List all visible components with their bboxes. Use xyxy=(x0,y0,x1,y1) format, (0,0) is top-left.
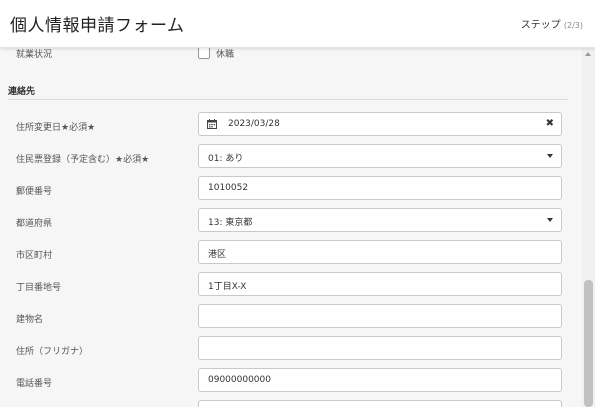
postal-code-value: 1010052 xyxy=(208,183,249,193)
prefecture-value: 13: 東京都 xyxy=(208,218,253,228)
address-change-date-value: 2023/03/28 xyxy=(228,119,280,129)
city-value: 港区 xyxy=(208,250,227,260)
step-label: ステップ xyxy=(520,20,561,31)
building-name-label: 建物名 xyxy=(16,315,44,325)
employment-status-label: 就業状況 xyxy=(16,50,53,60)
address-furigana-label: 住所（フリガナ） xyxy=(16,347,89,357)
step-progress: (2/3) xyxy=(563,21,583,30)
resident-registration-value: 01: あり xyxy=(208,154,244,164)
address-change-date-field[interactable]: 2023/03/28 ✖ xyxy=(198,112,562,136)
city-input[interactable]: 港区 xyxy=(198,240,562,264)
phone-number-label: 電話番号 xyxy=(16,379,53,389)
step-indicator: ステップ (2/3) xyxy=(521,16,583,31)
street-address-value: 1丁目X-X xyxy=(208,282,247,292)
resident-registration-label: 住民票登録（予定含む）★必須★ xyxy=(16,155,150,165)
scroll-up-arrow-icon[interactable] xyxy=(585,52,591,56)
section-divider xyxy=(8,99,568,100)
street-address-label: 丁目番地号 xyxy=(16,283,62,293)
address-change-date-label: 住所変更日★必須★ xyxy=(16,123,96,133)
leave-checkbox[interactable] xyxy=(198,47,210,59)
calendar-icon[interactable] xyxy=(207,119,217,129)
phone-number-value: 09000000000 xyxy=(208,375,271,385)
city-label: 市区町村 xyxy=(16,251,53,261)
app-header: 個人情報申請フォーム ステップ (2/3) xyxy=(0,0,595,48)
form-content: 就業状況 休職 連絡先 住所変更日★必須★ 2023/03/28 ✖ 住民票登録… xyxy=(0,47,582,407)
clear-icon[interactable]: ✖ xyxy=(546,118,554,129)
phone-number-input[interactable]: 09000000000 xyxy=(198,368,562,392)
address-furigana-input[interactable] xyxy=(198,336,562,360)
resident-registration-select[interactable]: 01: あり xyxy=(198,144,562,168)
building-name-input[interactable] xyxy=(198,304,562,328)
section-title-contact: 連絡先 xyxy=(8,87,36,97)
leave-checkbox-label: 休職 xyxy=(216,50,235,60)
postal-code-input[interactable]: 1010052 xyxy=(198,176,562,200)
street-address-input[interactable]: 1丁目X-X xyxy=(198,272,562,296)
next-field-input[interactable] xyxy=(198,400,562,407)
scrollbar-thumb[interactable] xyxy=(584,280,593,407)
chevron-down-icon xyxy=(547,218,553,222)
chevron-down-icon xyxy=(547,154,553,158)
page-title: 個人情報申請フォーム xyxy=(10,16,185,36)
prefecture-label: 都道府県 xyxy=(16,219,53,229)
postal-code-label: 郵便番号 xyxy=(16,187,53,197)
prefecture-select[interactable]: 13: 東京都 xyxy=(198,208,562,232)
